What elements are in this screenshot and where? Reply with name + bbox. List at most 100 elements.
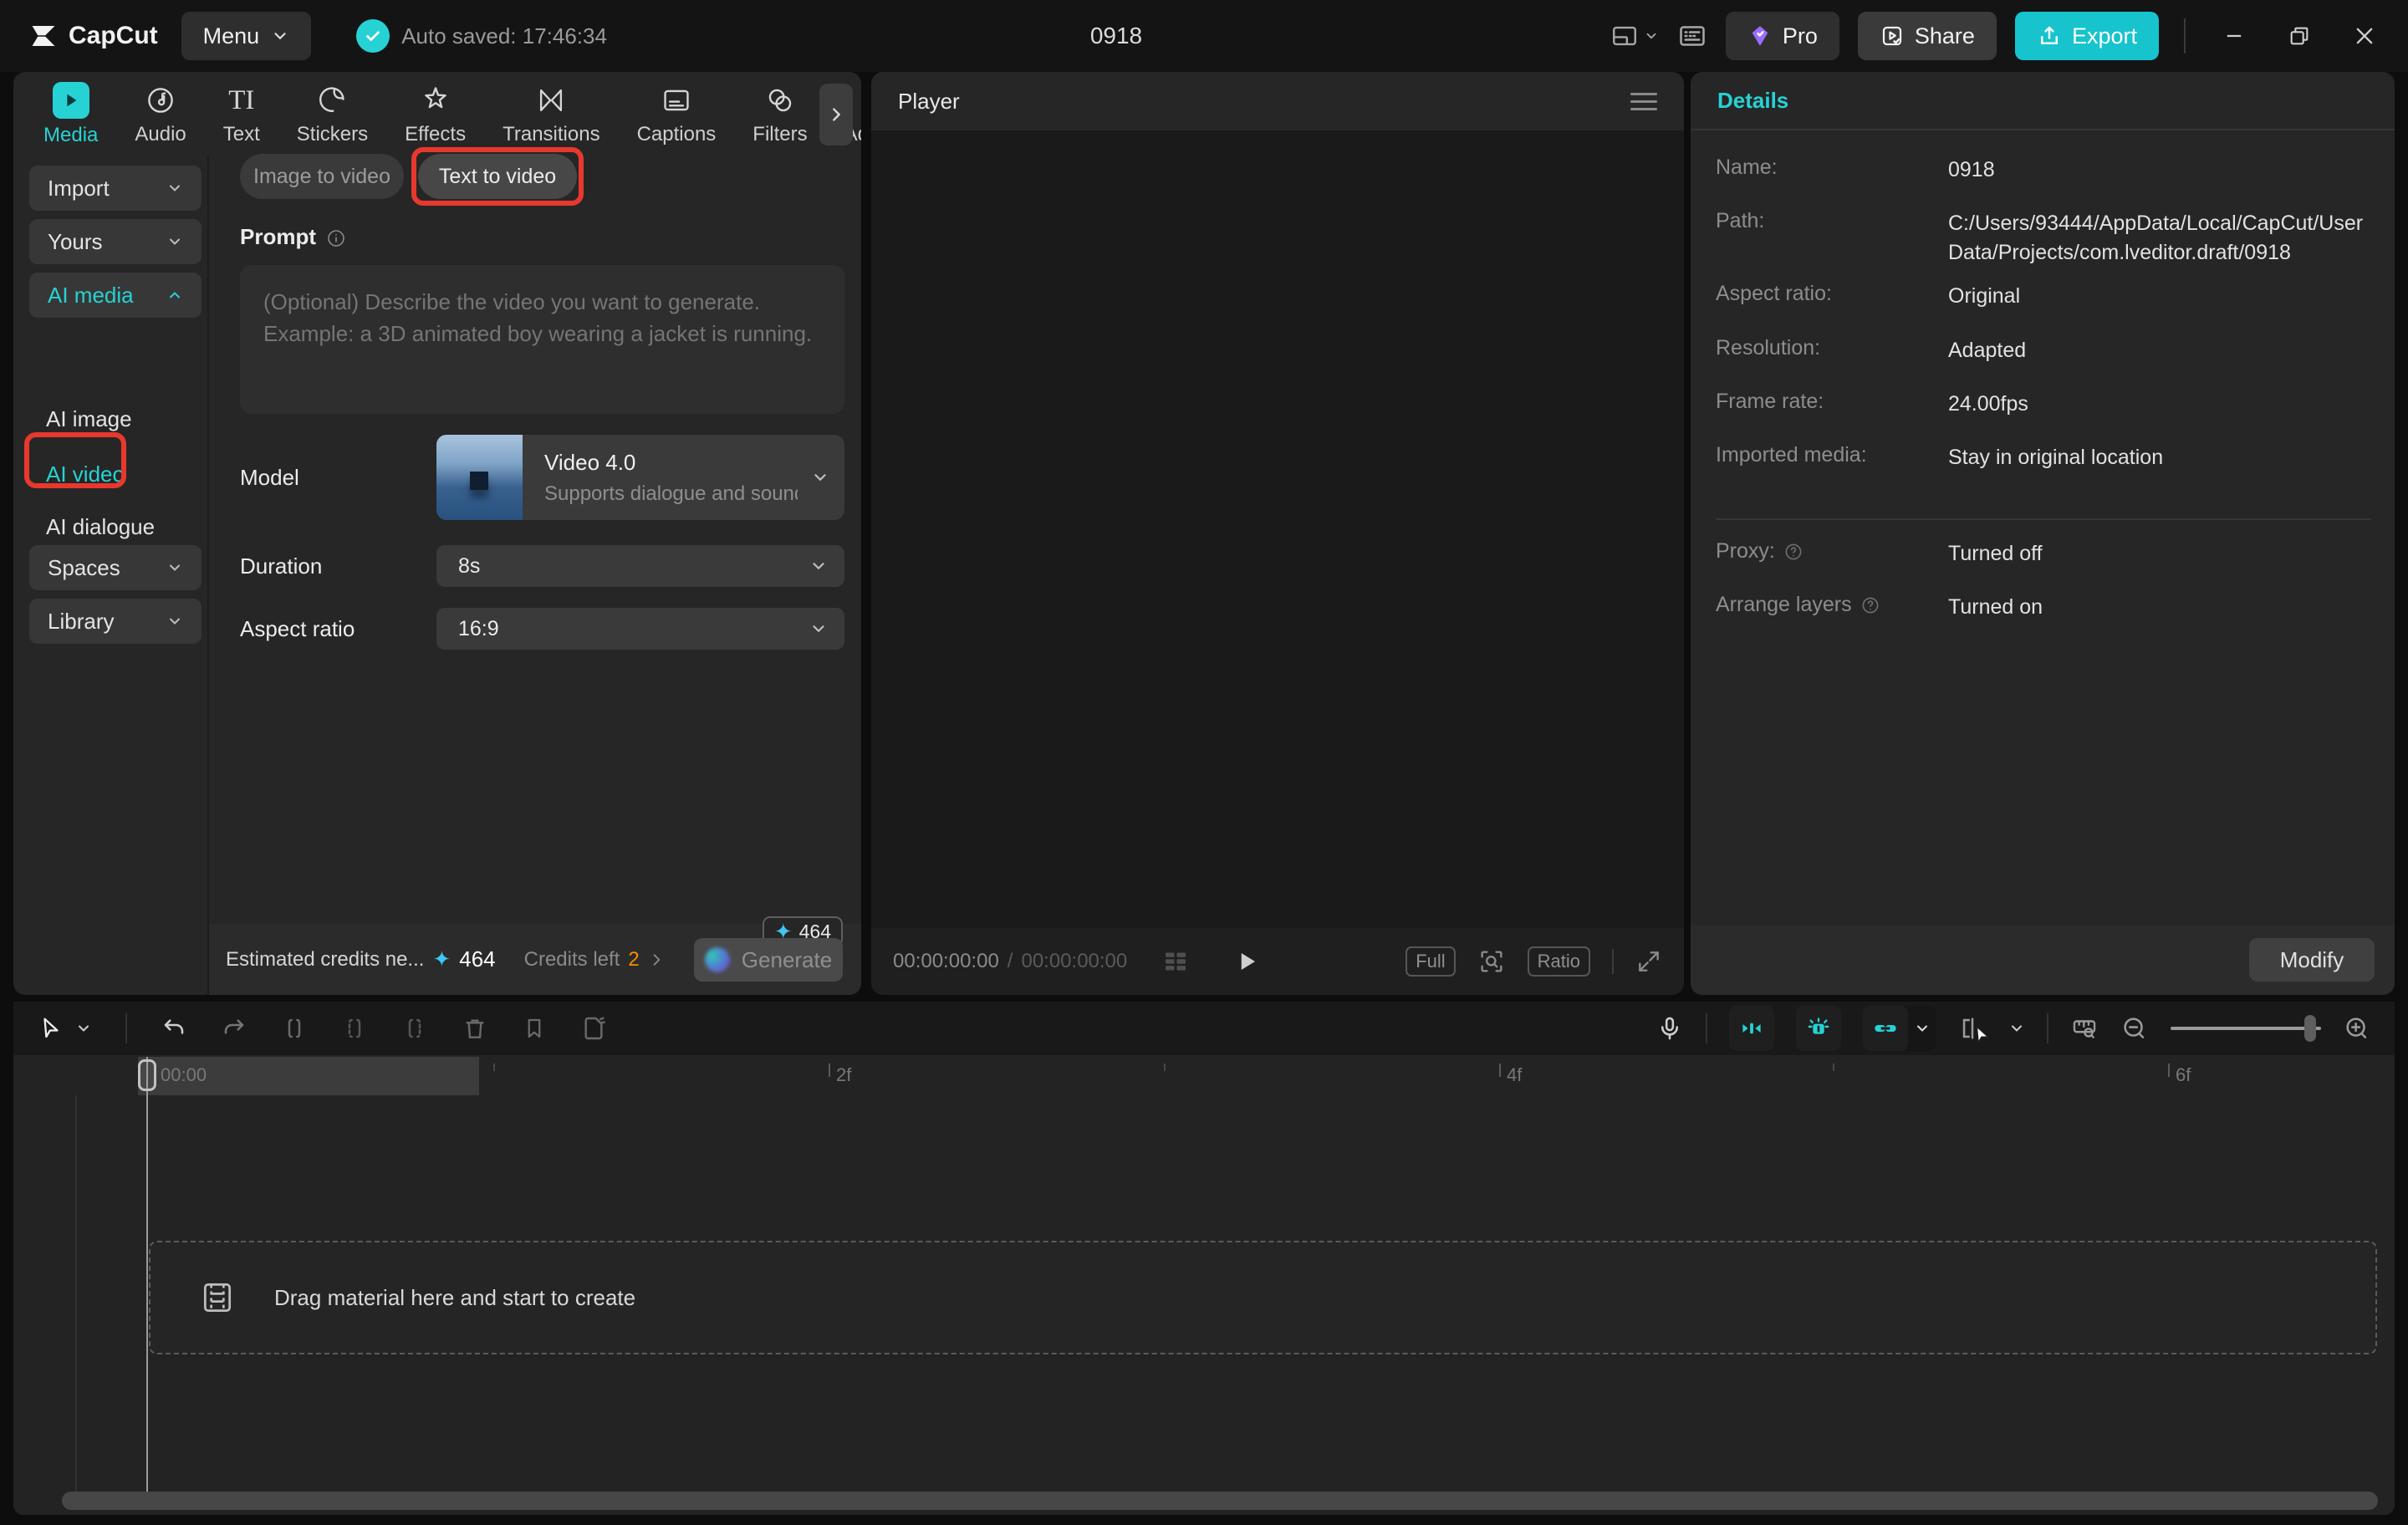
details-panel: Details Name: 0918 Path: C:/Users/93444/… <box>1691 72 2395 995</box>
preview-zoom-icon[interactable] <box>1477 947 1506 976</box>
undo-button[interactable] <box>161 1015 187 1042</box>
player-menu-button[interactable] <box>1630 88 1657 115</box>
tab-text[interactable]: TI Text <box>223 83 260 145</box>
export-clip-button[interactable] <box>580 1015 607 1042</box>
split-keep-left-button[interactable] <box>341 1015 368 1042</box>
tab-image-to-video[interactable]: Image to video <box>240 154 404 199</box>
controls-separator <box>1612 949 1614 974</box>
credit-diamond-icon: ✦ <box>432 946 451 972</box>
shortcut-panel-button[interactable] <box>1677 21 1707 51</box>
playhead-handle[interactable] <box>138 1059 156 1091</box>
frame-preview-icon[interactable] <box>1161 946 1191 977</box>
record-voiceover-button[interactable] <box>1656 1014 1684 1043</box>
close-button[interactable] <box>2341 0 2388 72</box>
check-icon <box>356 19 390 53</box>
duration-select[interactable]: 8s <box>436 545 844 587</box>
magnetic-main-track-toggle[interactable] <box>1796 1006 1841 1051</box>
chevron-down-icon <box>809 620 828 638</box>
preview-axis-chevron[interactable] <box>2008 1020 2025 1037</box>
detail-row-imported-media: Imported media: Stay in original locatio… <box>1716 443 2371 472</box>
chevron-up-icon <box>166 287 183 303</box>
sidebar-item-ai-video[interactable]: AI video <box>46 462 125 487</box>
aspect-ratio-label: Aspect ratio <box>240 616 355 642</box>
export-button[interactable]: Export <box>2015 12 2159 60</box>
tab-media[interactable]: Media <box>43 82 98 145</box>
split-keep-right-button[interactable] <box>401 1015 428 1042</box>
delete-button[interactable] <box>462 1015 488 1042</box>
sidebar-item-ai-image[interactable]: AI image <box>46 406 132 432</box>
ribbon-scroll-right-button[interactable] <box>819 84 853 145</box>
adapt-timeline-button[interactable] <box>2070 1014 2099 1043</box>
sidebar-item-library[interactable]: Library <box>29 599 202 644</box>
slider-handle[interactable] <box>2304 1015 2316 1042</box>
prompt-input[interactable] <box>240 265 844 414</box>
split-button[interactable] <box>281 1015 308 1042</box>
sidebar-item-spaces[interactable]: Spaces <box>29 545 202 590</box>
ratio-badge[interactable]: Ratio <box>1528 946 1590 977</box>
aspect-ratio-select[interactable]: 16:9 <box>436 608 844 650</box>
share-button[interactable]: Share <box>1858 12 1997 60</box>
sidebar-item-ai-media[interactable]: AI media <box>29 273 202 318</box>
tab-text-to-video[interactable]: Text to video <box>418 154 577 199</box>
full-quality-badge[interactable]: Full <box>1406 946 1455 977</box>
chevron-down-icon <box>809 557 828 575</box>
details-divider <box>1716 518 2371 520</box>
toolbar-separator <box>125 1013 127 1043</box>
toolbar-separator <box>1706 1013 1707 1043</box>
layout-switch-button[interactable] <box>1610 22 1659 50</box>
credits-left-link[interactable]: Credits left 2 <box>524 948 665 972</box>
model-name: Video 4.0 <box>544 450 798 476</box>
tab-filters[interactable]: Filters <box>752 83 807 145</box>
link-options-chevron[interactable] <box>1908 1020 1936 1037</box>
playhead-line[interactable] <box>146 1057 148 1493</box>
fullscreen-icon[interactable] <box>1635 948 1662 975</box>
toolbar-separator <box>2047 1013 2048 1043</box>
model-description: Supports dialogue and sound ... <box>544 482 798 506</box>
tab-transitions[interactable]: Transitions <box>503 83 599 145</box>
play-button[interactable] <box>1234 949 1259 974</box>
chevron-down-icon <box>166 233 183 250</box>
tab-stickers[interactable]: Stickers <box>297 83 368 145</box>
sidebar-item-import[interactable]: Import <box>29 166 202 211</box>
player-timecode: 00:00:00:00 / 00:00:00:00 <box>893 950 1127 973</box>
ruler-label: 6f <box>2176 1064 2191 1086</box>
ruler-label: 00:00 <box>161 1064 207 1086</box>
zoom-out-icon[interactable] <box>2120 1014 2149 1043</box>
export-icon <box>2037 23 2062 48</box>
minimize-button[interactable] <box>2211 0 2258 72</box>
generate-button[interactable]: Generate <box>694 938 843 982</box>
restore-button[interactable] <box>2276 0 2323 72</box>
zoom-in-icon[interactable] <box>2343 1014 2371 1043</box>
select-tool-button[interactable] <box>38 1016 92 1041</box>
marker-button[interactable] <box>522 1016 547 1041</box>
timeline-ruler[interactable]: 00:00 2f 4f 6f <box>13 1057 2395 1095</box>
pro-gem-icon <box>1747 23 1773 48</box>
ruler-tick <box>829 1063 830 1077</box>
model-select[interactable]: Video 4.0 Supports dialogue and sound ..… <box>436 435 844 520</box>
chevron-right-icon <box>648 951 665 968</box>
estimated-credits: Estimated credits ne... ✦ 464 <box>226 946 496 972</box>
tab-effects[interactable]: Effects <box>405 83 466 145</box>
ruler-label: 2f <box>836 1064 851 1086</box>
dropzone-text: Drag material here and start to create <box>274 1285 635 1311</box>
timeline-dropzone[interactable]: Drag material here and start to create <box>149 1241 2377 1354</box>
redo-button[interactable] <box>221 1015 247 1042</box>
chevron-down-icon <box>166 559 183 576</box>
pro-button[interactable]: Pro <box>1726 12 1839 60</box>
horizontal-scrollbar[interactable] <box>62 1492 2378 1510</box>
tab-audio[interactable]: Audio <box>135 83 186 145</box>
sidebar-item-yours[interactable]: Yours <box>29 219 202 264</box>
link-clips-toggle[interactable] <box>1863 1006 1908 1051</box>
menu-button[interactable]: Menu <box>181 12 312 60</box>
detail-row-name: Name: 0918 <box>1716 156 2371 185</box>
modify-button[interactable]: Modify <box>2249 938 2375 982</box>
player-title: Player <box>898 89 960 115</box>
timeline-zoom-slider[interactable] <box>2171 1016 2321 1041</box>
help-icon[interactable] <box>1860 595 1880 615</box>
tab-captions[interactable]: Captions <box>637 83 717 145</box>
timeline-toolbar <box>13 1002 2395 1055</box>
preview-axis-button[interactable] <box>1958 1014 1987 1043</box>
auto-snap-toggle[interactable] <box>1729 1006 1774 1051</box>
help-icon[interactable] <box>1783 542 1803 562</box>
track-header-divider <box>75 1095 77 1493</box>
